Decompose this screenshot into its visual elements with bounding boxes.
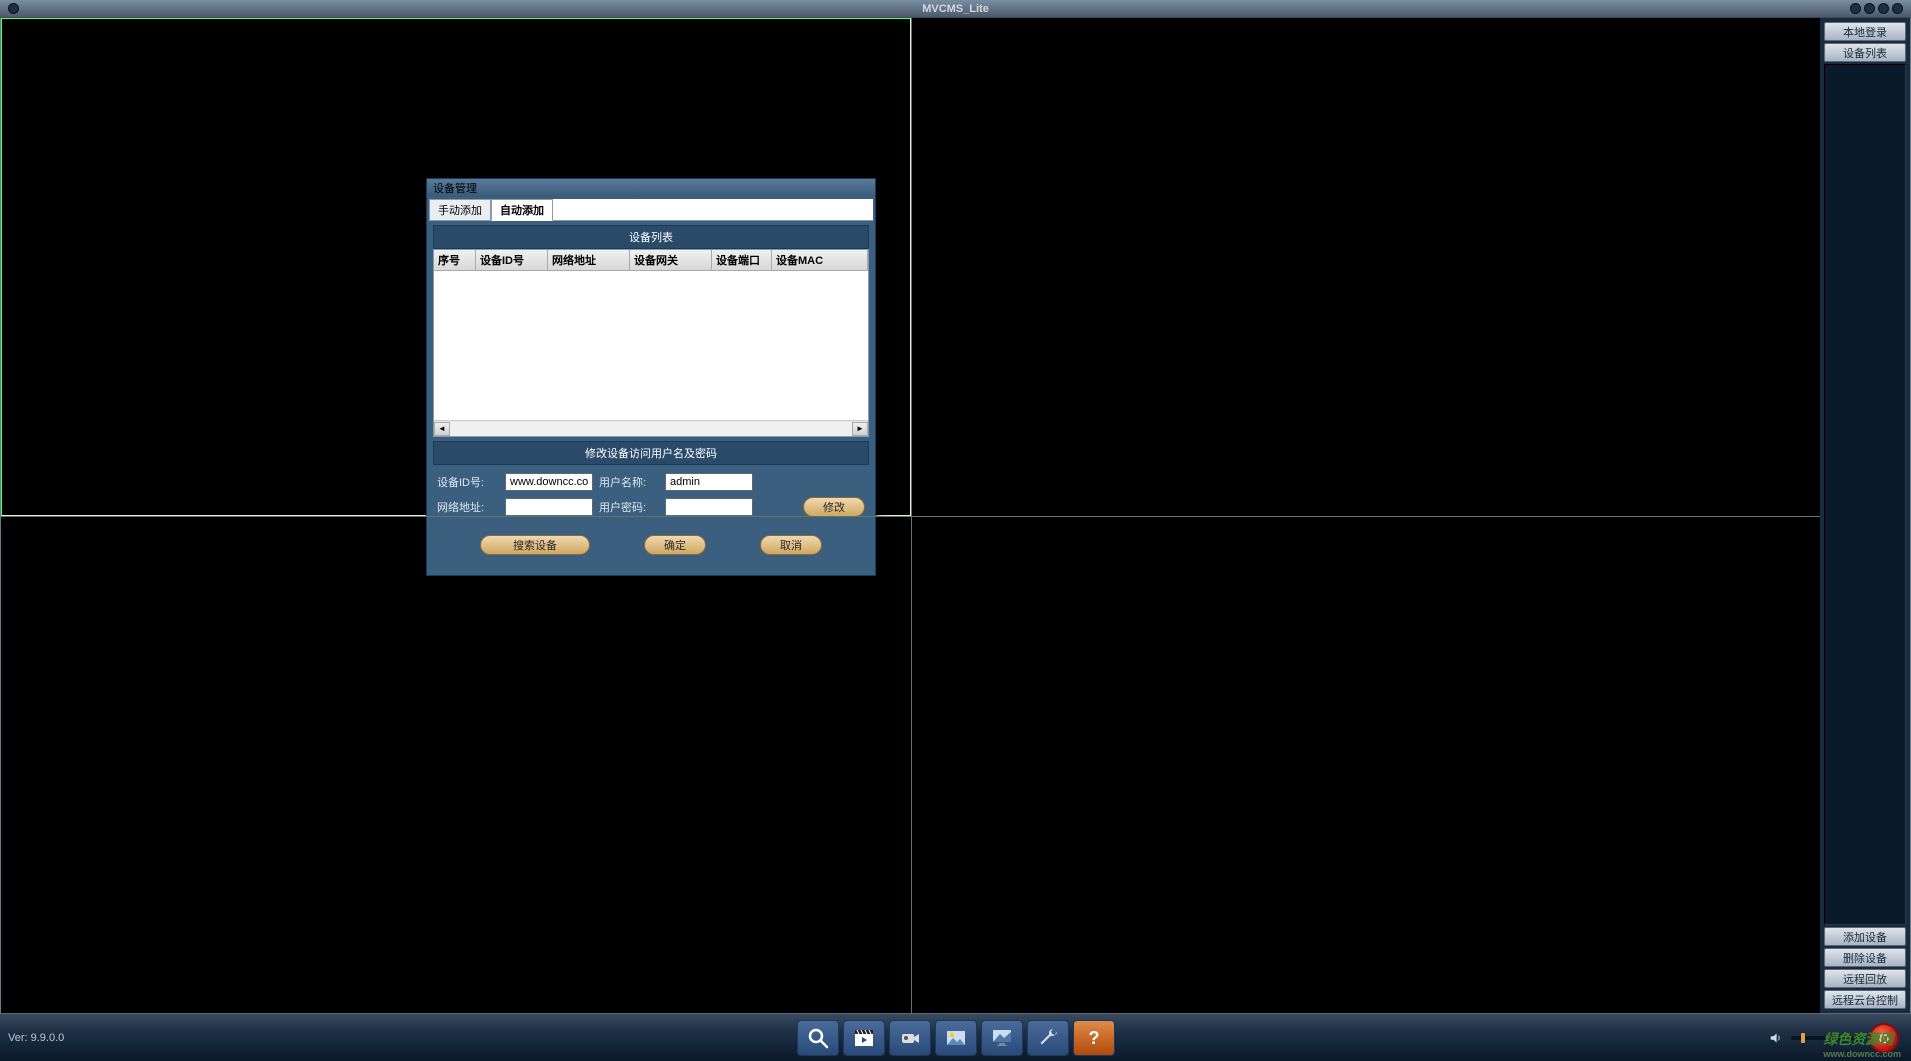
col-port[interactable]: 设备端口 — [712, 250, 772, 270]
table-body[interactable] — [434, 271, 868, 420]
col-device-id[interactable]: 设备ID号 — [476, 250, 548, 270]
dialog-title: 设备管理 — [427, 179, 875, 197]
local-login-button[interactable]: 本地登录 — [1824, 22, 1906, 41]
power-button[interactable] — [1869, 1023, 1899, 1053]
remote-playback-button[interactable]: 远程回放 — [1824, 969, 1906, 988]
clapperboard-icon — [852, 1026, 876, 1050]
settings-icon-button[interactable] — [1027, 1020, 1069, 1056]
password-label: 用户密码: — [599, 499, 659, 515]
right-panel: 本地登录 设备列表 添加设备 删除设备 远程回放 远程云台控制 — [1820, 18, 1910, 1013]
scroll-left-button[interactable]: ◄ — [434, 422, 450, 436]
dialog-button-row: 搜索设备 确定 取消 — [433, 525, 869, 569]
speaker-icon[interactable] — [1769, 1031, 1783, 1045]
net-addr-input[interactable] — [505, 498, 593, 516]
net-addr-label: 网络地址: — [437, 499, 499, 515]
form-section-title: 修改设备访问用户名及密码 — [433, 441, 869, 465]
bottom-bar: Ver: 9.9.0.0 ? 绿色资源网 — [0, 1013, 1911, 1061]
tab-auto-add[interactable]: 自动添加 — [491, 199, 553, 221]
ok-button[interactable]: 确定 — [644, 535, 706, 555]
col-mac[interactable]: 设备MAC — [772, 250, 868, 270]
monitor-icon — [990, 1026, 1014, 1050]
right-panel-bottom-buttons: 添加设备 删除设备 远程回放 远程云台控制 — [1820, 927, 1910, 1013]
add-device-button[interactable]: 添加设备 — [1824, 927, 1906, 946]
image-icon — [944, 1026, 968, 1050]
power-icon — [1877, 1031, 1891, 1045]
table-column-headers: 序号 设备ID号 网络地址 设备网关 设备端口 设备MAC — [434, 250, 868, 271]
search-icon-button[interactable] — [797, 1020, 839, 1056]
titlebar-left-controls — [8, 3, 19, 14]
snapshot-icon-button[interactable] — [935, 1020, 977, 1056]
dialog-body: 手动添加 自动添加 设备列表 序号 设备ID号 网络地址 设备网关 设备端口 设… — [427, 197, 875, 575]
app-title: MVCMS_Lite — [922, 3, 989, 15]
remote-ptz-button[interactable]: 远程云台控制 — [1824, 990, 1906, 1009]
col-gateway[interactable]: 设备网关 — [630, 250, 712, 270]
bottom-right-controls — [1769, 1023, 1899, 1053]
tab-content-auto: 设备列表 序号 设备ID号 网络地址 设备网关 设备端口 设备MAC ◄ — [429, 221, 873, 573]
wrench-icon — [1036, 1026, 1060, 1050]
scroll-right-button[interactable]: ► — [852, 422, 868, 436]
search-devices-button[interactable]: 搜索设备 — [480, 535, 590, 555]
main-container: 设备管理 手动添加 自动添加 设备列表 序号 设备ID号 网络地址 设备网关 设… — [0, 18, 1911, 1013]
username-input[interactable] — [665, 473, 753, 491]
device-table: 序号 设备ID号 网络地址 设备网关 设备端口 设备MAC ◄ ► — [433, 249, 869, 437]
volume-thumb[interactable] — [1801, 1033, 1805, 1043]
help-icon-button[interactable]: ? — [1073, 1020, 1115, 1056]
table-horizontal-scrollbar[interactable]: ◄ ► — [434, 420, 868, 436]
device-list-button[interactable]: 设备列表 — [1824, 43, 1906, 62]
cancel-button[interactable]: 取消 — [760, 535, 822, 555]
search-icon — [806, 1026, 830, 1050]
col-seq[interactable]: 序号 — [434, 250, 476, 270]
video-grid: 设备管理 手动添加 自动添加 设备列表 序号 设备ID号 网络地址 设备网关 设… — [1, 18, 1820, 1013]
playback-icon-button[interactable] — [843, 1020, 885, 1056]
camcorder-icon — [898, 1026, 922, 1050]
device-management-dialog: 设备管理 手动添加 自动添加 设备列表 序号 设备ID号 网络地址 设备网关 设… — [426, 178, 876, 576]
monitor-icon-button[interactable] — [981, 1020, 1023, 1056]
version-label: Ver: 9.9.0.0 — [8, 1032, 64, 1044]
credentials-form: 设备ID号: 用户名称: 网络地址: 用户密码: 修改 — [433, 465, 869, 525]
modify-button[interactable]: 修改 — [803, 497, 865, 517]
col-net-addr[interactable]: 网络地址 — [548, 250, 630, 270]
volume-slider[interactable] — [1791, 1036, 1861, 1040]
titlebar-restore-button[interactable] — [1864, 3, 1875, 14]
username-label: 用户名称: — [599, 474, 659, 490]
delete-device-button[interactable]: 删除设备 — [1824, 948, 1906, 967]
password-input[interactable] — [665, 498, 753, 516]
titlebar-close-button[interactable] — [1892, 3, 1903, 14]
device-list-header: 设备列表 — [433, 225, 869, 249]
right-panel-top-buttons: 本地登录 设备列表 — [1820, 18, 1910, 62]
question-icon: ? — [1082, 1026, 1106, 1050]
titlebar-circle-left-1[interactable] — [8, 3, 19, 14]
titlebar-minimize-button[interactable] — [1850, 3, 1861, 14]
device-id-label: 设备ID号: — [437, 474, 499, 490]
titlebar-right-controls — [1850, 3, 1903, 14]
svg-text:?: ? — [1088, 1028, 1099, 1048]
titlebar-maximize-button[interactable] — [1878, 3, 1889, 14]
record-icon-button[interactable] — [889, 1020, 931, 1056]
scroll-track[interactable] — [450, 422, 852, 436]
title-bar: MVCMS_Lite — [0, 0, 1911, 18]
tab-manual-add[interactable]: 手动添加 — [429, 199, 491, 220]
device-id-input[interactable] — [505, 473, 593, 491]
dialog-tabs: 手动添加 自动添加 — [429, 199, 873, 221]
bottom-toolbar: ? — [797, 1020, 1115, 1056]
right-panel-content[interactable] — [1824, 64, 1906, 925]
